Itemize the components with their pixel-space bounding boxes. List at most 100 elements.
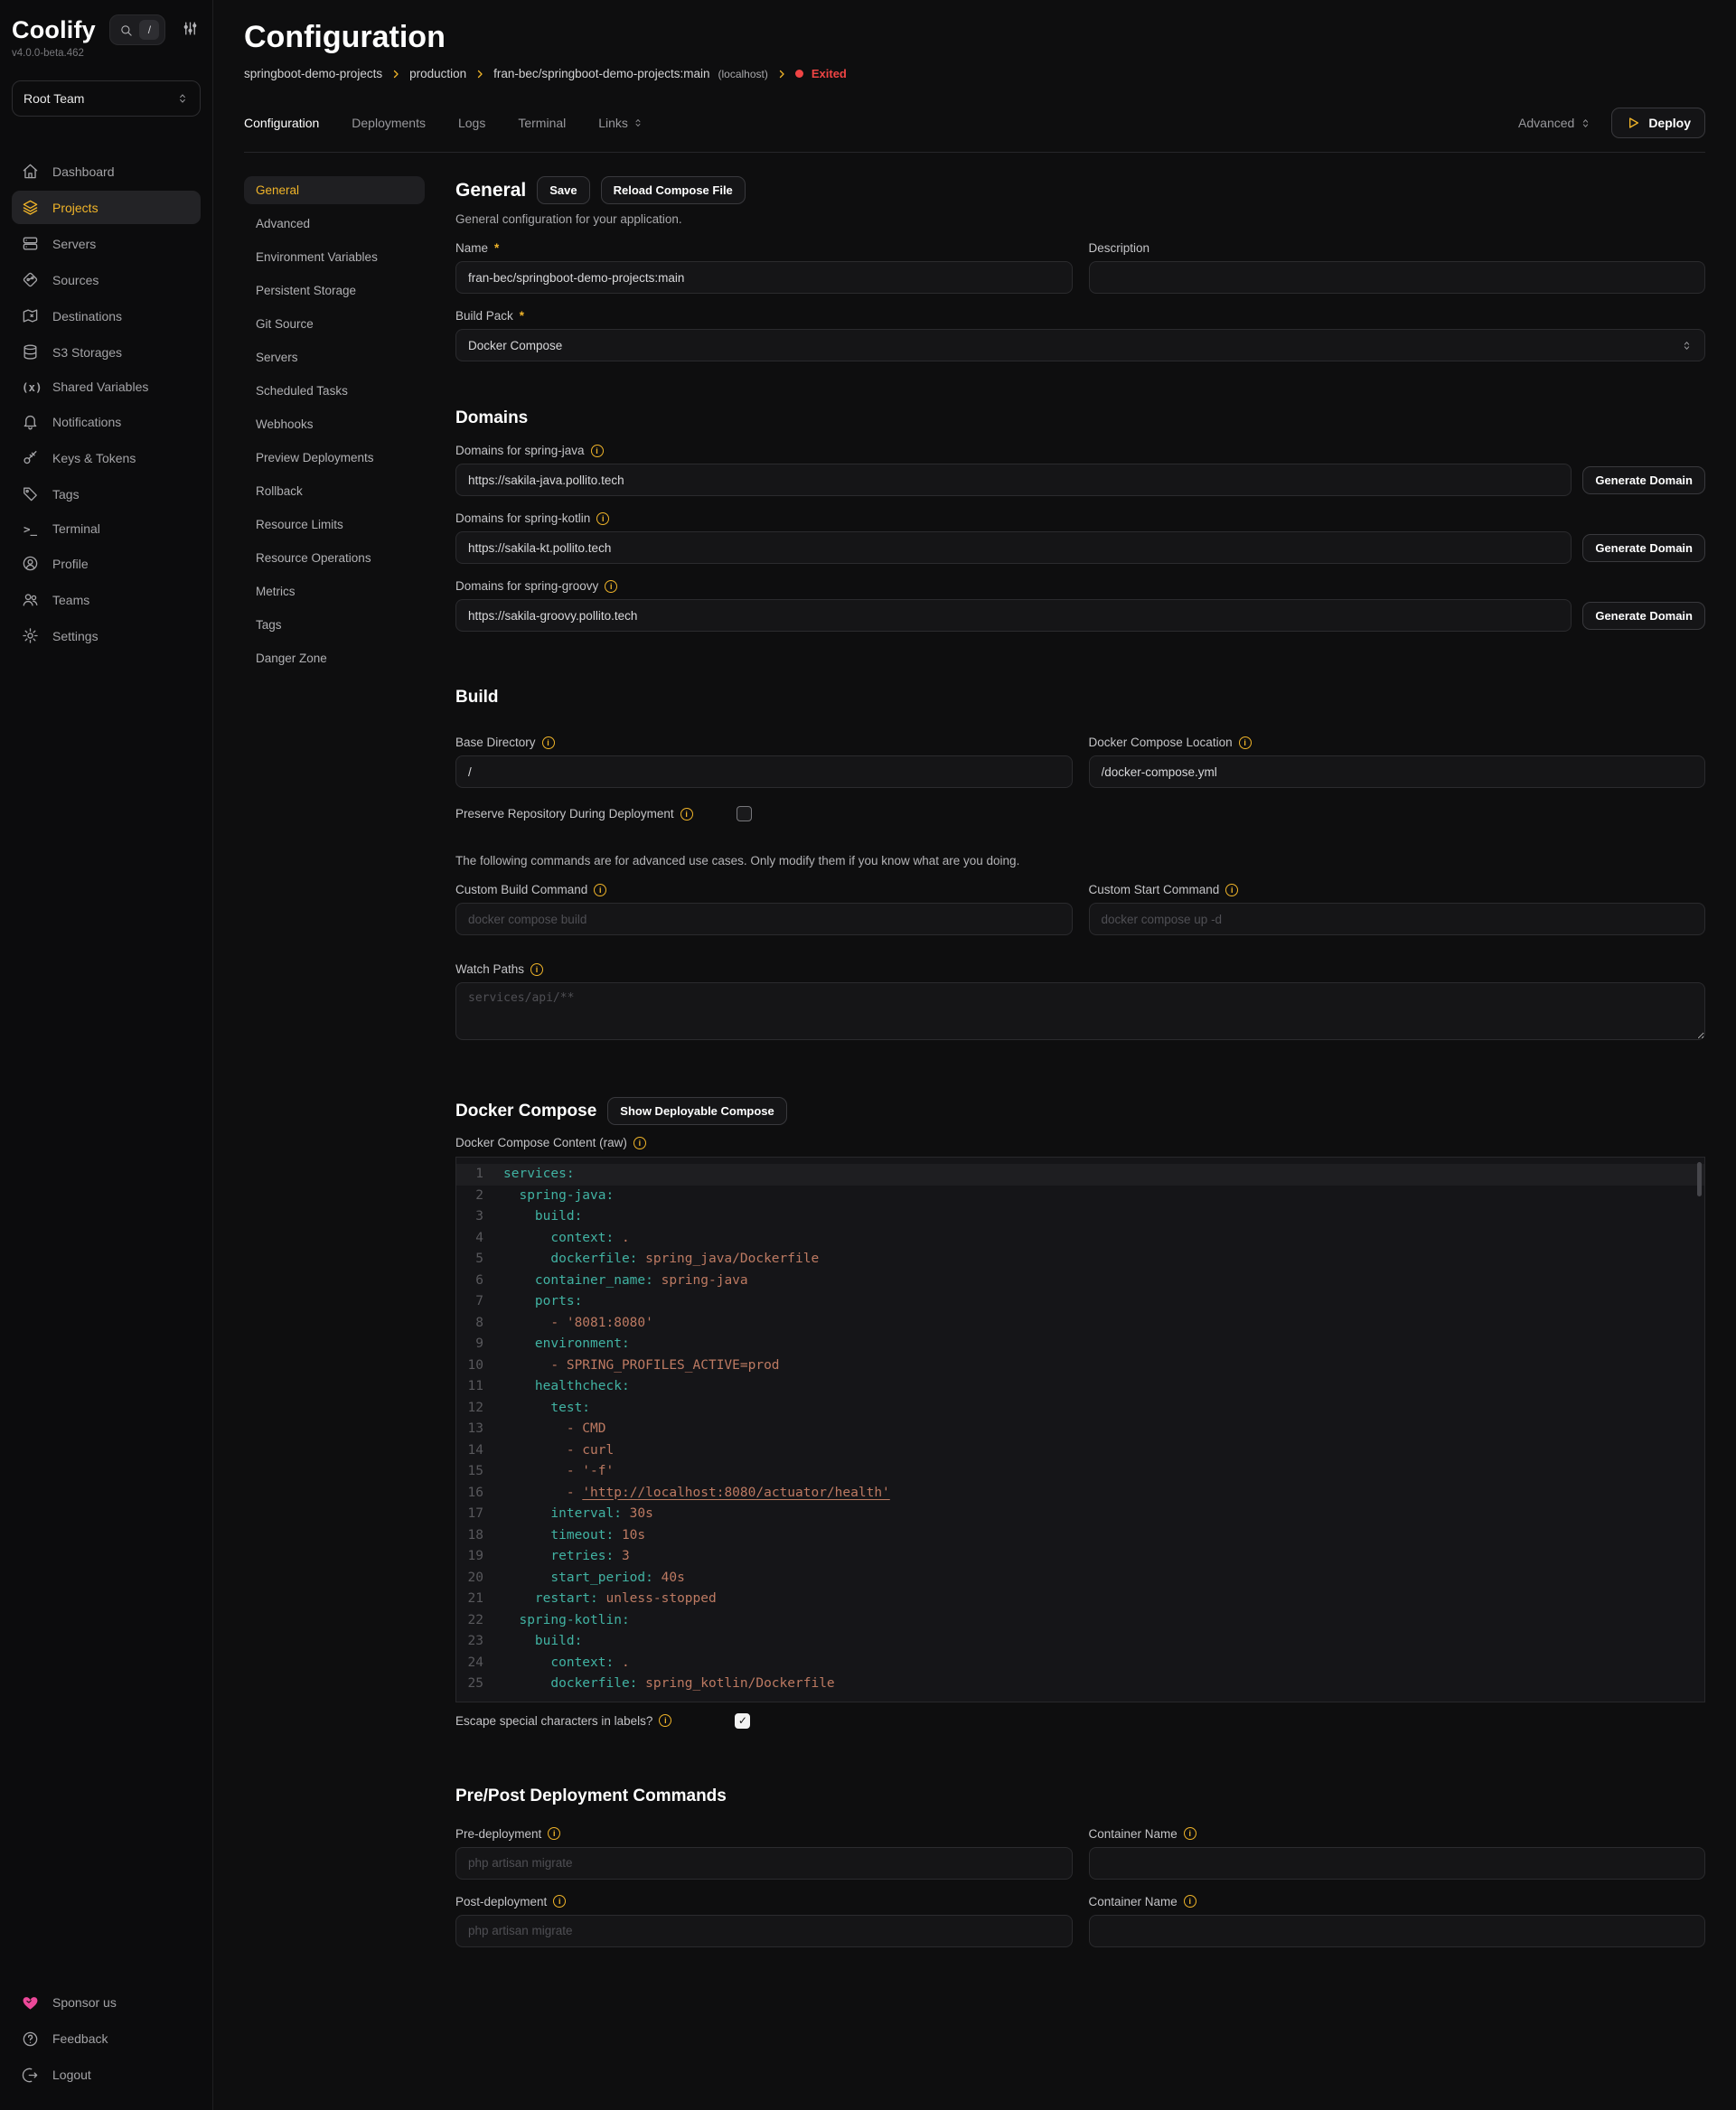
generate-domain-button[interactable]: Generate Domain bbox=[1582, 534, 1705, 562]
tab-logs[interactable]: Logs bbox=[458, 116, 485, 130]
subnav-item[interactable]: Environment Variables bbox=[244, 243, 425, 271]
breadcrumb-host-note: (localhost) bbox=[718, 68, 768, 80]
app-logo[interactable]: Coolify bbox=[12, 16, 96, 44]
editor-scrollbar[interactable] bbox=[1697, 1162, 1702, 1196]
subnav-item[interactable]: General bbox=[244, 176, 425, 204]
code-line: 14 - curl bbox=[456, 1440, 1704, 1462]
code-value: 40s bbox=[653, 1571, 685, 1585]
post-deployment-field[interactable] bbox=[455, 1915, 1073, 1947]
sidebar-item-teams[interactable]: Teams bbox=[12, 583, 201, 616]
domain-input[interactable] bbox=[455, 599, 1572, 632]
info-icon[interactable] bbox=[1184, 1827, 1196, 1840]
preserve-repo-checkbox[interactable] bbox=[737, 806, 752, 821]
pre-deployment-field[interactable] bbox=[455, 1847, 1073, 1880]
info-icon[interactable] bbox=[1225, 884, 1238, 896]
code-line: 7 ports: bbox=[456, 1291, 1704, 1313]
subnav-item[interactable]: Git Source bbox=[244, 310, 425, 338]
info-icon[interactable] bbox=[633, 1137, 646, 1149]
tab-deployments[interactable]: Deployments bbox=[352, 116, 426, 130]
custom-build-command-field[interactable] bbox=[455, 903, 1073, 935]
subnav-item[interactable]: Resource Operations bbox=[244, 544, 425, 572]
info-icon[interactable] bbox=[1239, 736, 1252, 749]
domain-input[interactable] bbox=[455, 464, 1572, 496]
info-icon[interactable] bbox=[591, 445, 604, 457]
team-selector[interactable]: Root Team bbox=[12, 80, 201, 117]
generate-domain-button[interactable]: Generate Domain bbox=[1582, 602, 1705, 630]
tab-terminal[interactable]: Terminal bbox=[518, 116, 566, 130]
show-deployable-compose-button[interactable]: Show Deployable Compose bbox=[607, 1097, 786, 1125]
sidebar-item-destinations[interactable]: Destinations bbox=[12, 299, 201, 333]
line-number: 8 bbox=[456, 1313, 503, 1335]
code-line: 12 test: bbox=[456, 1398, 1704, 1420]
sidebar-item-servers[interactable]: Servers bbox=[12, 227, 201, 260]
deploy-button[interactable]: Deploy bbox=[1611, 108, 1705, 138]
subnav-item[interactable]: Resource Limits bbox=[244, 511, 425, 539]
subnav-item[interactable]: Persistent Storage bbox=[244, 277, 425, 305]
sidebar-item-s3-storages[interactable]: S3 Storages bbox=[12, 335, 201, 369]
tab-configuration[interactable]: Configuration bbox=[244, 116, 319, 130]
info-icon[interactable] bbox=[553, 1895, 566, 1908]
domain-input[interactable] bbox=[455, 531, 1572, 564]
adjustments-button[interactable] bbox=[180, 18, 201, 42]
subnav-item[interactable]: Scheduled Tasks bbox=[244, 377, 425, 405]
sidebar-item-keys-tokens[interactable]: Keys & Tokens bbox=[12, 441, 201, 474]
subnav-item[interactable]: Webhooks bbox=[244, 410, 425, 438]
breadcrumb-project[interactable]: springboot-demo-projects bbox=[244, 67, 382, 80]
sidebar-item-notifications[interactable]: Notifications bbox=[12, 405, 201, 438]
subnav-item-label: Resource Operations bbox=[256, 551, 371, 565]
sidebar-item-dashboard[interactable]: Dashboard bbox=[12, 155, 201, 188]
name-field[interactable] bbox=[455, 261, 1073, 294]
subnav-item[interactable]: Metrics bbox=[244, 577, 425, 605]
tab-links[interactable]: Links bbox=[598, 116, 643, 130]
sidebar-item-feedback[interactable]: Feedback bbox=[12, 2022, 201, 2056]
breadcrumb-application[interactable]: fran-bec/springboot-demo-projects:main bbox=[493, 67, 709, 80]
description-field[interactable] bbox=[1089, 261, 1706, 294]
info-icon[interactable] bbox=[659, 1714, 671, 1727]
subnav-item[interactable]: Advanced bbox=[244, 210, 425, 238]
info-icon[interactable] bbox=[605, 580, 617, 593]
sidebar-item-tags[interactable]: Tags bbox=[12, 477, 201, 511]
advanced-dropdown[interactable]: Advanced bbox=[1518, 116, 1591, 130]
base-directory-field[interactable] bbox=[455, 755, 1073, 788]
app-root: Coolify / v4.0.0-beta.462 Root Team Dash… bbox=[0, 0, 1736, 2110]
subnav-item-label: Resource Limits bbox=[256, 518, 343, 531]
breadcrumb-environment[interactable]: production bbox=[409, 67, 466, 80]
subnav-item-label: Advanced bbox=[256, 217, 310, 230]
sidebar-item-terminal[interactable]: Terminal bbox=[12, 513, 201, 544]
escape-labels-checkbox[interactable] bbox=[735, 1713, 750, 1729]
compose-location-field[interactable] bbox=[1089, 755, 1706, 788]
custom-start-command-field[interactable] bbox=[1089, 903, 1706, 935]
watch-paths-textarea[interactable] bbox=[455, 982, 1705, 1040]
info-icon[interactable] bbox=[542, 736, 555, 749]
subnav-item[interactable]: Tags bbox=[244, 611, 425, 639]
info-icon[interactable] bbox=[594, 884, 606, 896]
subnav-item[interactable]: Servers bbox=[244, 343, 425, 371]
sidebar-item-projects[interactable]: Projects bbox=[12, 191, 201, 224]
info-icon[interactable] bbox=[548, 1827, 560, 1840]
sidebar-item-logout[interactable]: Logout bbox=[12, 2058, 201, 2092]
sidebar-item-sponsor[interactable]: Sponsor us bbox=[12, 1986, 201, 2020]
code-link: 'http://localhost:8080/actuator/health' bbox=[582, 1486, 889, 1500]
sidebar-item-shared-variables[interactable]: Shared Variables bbox=[12, 371, 201, 402]
pre-container-name-field[interactable] bbox=[1089, 1847, 1706, 1880]
sidebar-item-settings[interactable]: Settings bbox=[12, 619, 201, 652]
subnav-item[interactable]: Danger Zone bbox=[244, 644, 425, 672]
subnav-item[interactable]: Rollback bbox=[244, 477, 425, 505]
build-pack-select[interactable]: Docker Compose bbox=[455, 329, 1705, 361]
post-container-name-field[interactable] bbox=[1089, 1915, 1706, 1947]
sidebar-item-profile[interactable]: Profile bbox=[12, 547, 201, 580]
generate-domain-button[interactable]: Generate Domain bbox=[1582, 466, 1705, 494]
sidebar-item-sources[interactable]: Sources bbox=[12, 263, 201, 296]
info-icon[interactable] bbox=[530, 963, 543, 976]
reload-compose-button[interactable]: Reload Compose File bbox=[601, 176, 746, 204]
search-button[interactable]: / bbox=[109, 14, 165, 45]
code-line: 19 retries: 3 bbox=[456, 1546, 1704, 1568]
save-button[interactable]: Save bbox=[537, 176, 589, 204]
info-icon[interactable] bbox=[596, 512, 609, 525]
compose-editor[interactable]: 1 services: 2 spring-java: 3 build: bbox=[455, 1157, 1705, 1702]
line-number: 25 bbox=[456, 1674, 503, 1695]
info-icon[interactable] bbox=[1184, 1895, 1196, 1908]
info-icon[interactable] bbox=[680, 808, 693, 821]
subnav-item[interactable]: Preview Deployments bbox=[244, 444, 425, 472]
bell-icon bbox=[22, 413, 39, 430]
